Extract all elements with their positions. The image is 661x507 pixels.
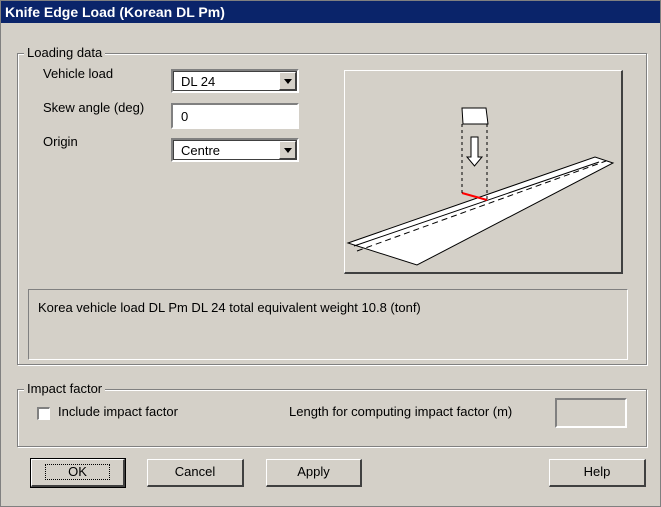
origin-dropdown-icon[interactable] (279, 141, 296, 159)
origin-label: Origin (43, 134, 78, 149)
help-button-label: Help (583, 464, 611, 479)
cancel-button[interactable]: Cancel (147, 459, 244, 487)
road-centre-line (356, 160, 607, 252)
info-panel: Korea vehicle load DL Pm DL 24 total equ… (28, 289, 628, 360)
impact-length-label: Length for computing impact factor (m) (289, 404, 513, 419)
dialog-client: Loading data Vehicle load DL 24 Skew ang… (7, 29, 657, 501)
dialog-window: Knife Edge Load (Korean DL Pm) Loading d… (0, 0, 661, 507)
impact-factor-legend: Impact factor (24, 381, 106, 397)
ok-button-label: OK (45, 464, 110, 480)
help-button[interactable]: Help (549, 459, 646, 487)
include-impact-label[interactable]: Include impact factor (58, 404, 178, 420)
apply-button[interactable]: Apply (266, 459, 362, 487)
vehicle-load-label: Vehicle load (43, 66, 114, 81)
vehicle-load-select[interactable]: DL 24 (171, 69, 299, 93)
origin-value: Centre (181, 143, 221, 158)
apply-button-label: Apply (297, 464, 330, 479)
impact-factor-group: Impact factor Include impact factor Leng… (17, 381, 647, 447)
loading-data-group: Loading data Vehicle load DL 24 Skew ang… (17, 45, 647, 365)
cancel-button-label: Cancel (174, 464, 216, 479)
road-deck-shape (346, 156, 615, 266)
skew-angle-label: Skew angle (deg) (43, 100, 145, 115)
skew-angle-value: 0 (181, 109, 189, 124)
window-title: Knife Edge Load (Korean DL Pm) (5, 4, 225, 20)
include-impact-checkbox[interactable] (37, 407, 50, 420)
origin-select[interactable]: Centre (171, 138, 299, 162)
load-diagram-picture (344, 70, 623, 274)
impact-length-input[interactable] (555, 398, 627, 428)
skew-angle-input[interactable]: 0 (171, 103, 299, 129)
title-bar[interactable]: Knife Edge Load (Korean DL Pm) (1, 1, 660, 23)
ok-button[interactable]: OK (30, 458, 126, 488)
road-knife-edge-diagram (346, 107, 615, 266)
vehicle-load-dropdown-icon[interactable] (279, 72, 296, 90)
loading-data-legend: Loading data (24, 45, 106, 61)
down-arrow-icon (465, 136, 484, 167)
info-text: Korea vehicle load DL Pm DL 24 total equ… (38, 300, 421, 315)
vehicle-load-value: DL 24 (181, 74, 216, 89)
load-block-icon (461, 107, 489, 125)
